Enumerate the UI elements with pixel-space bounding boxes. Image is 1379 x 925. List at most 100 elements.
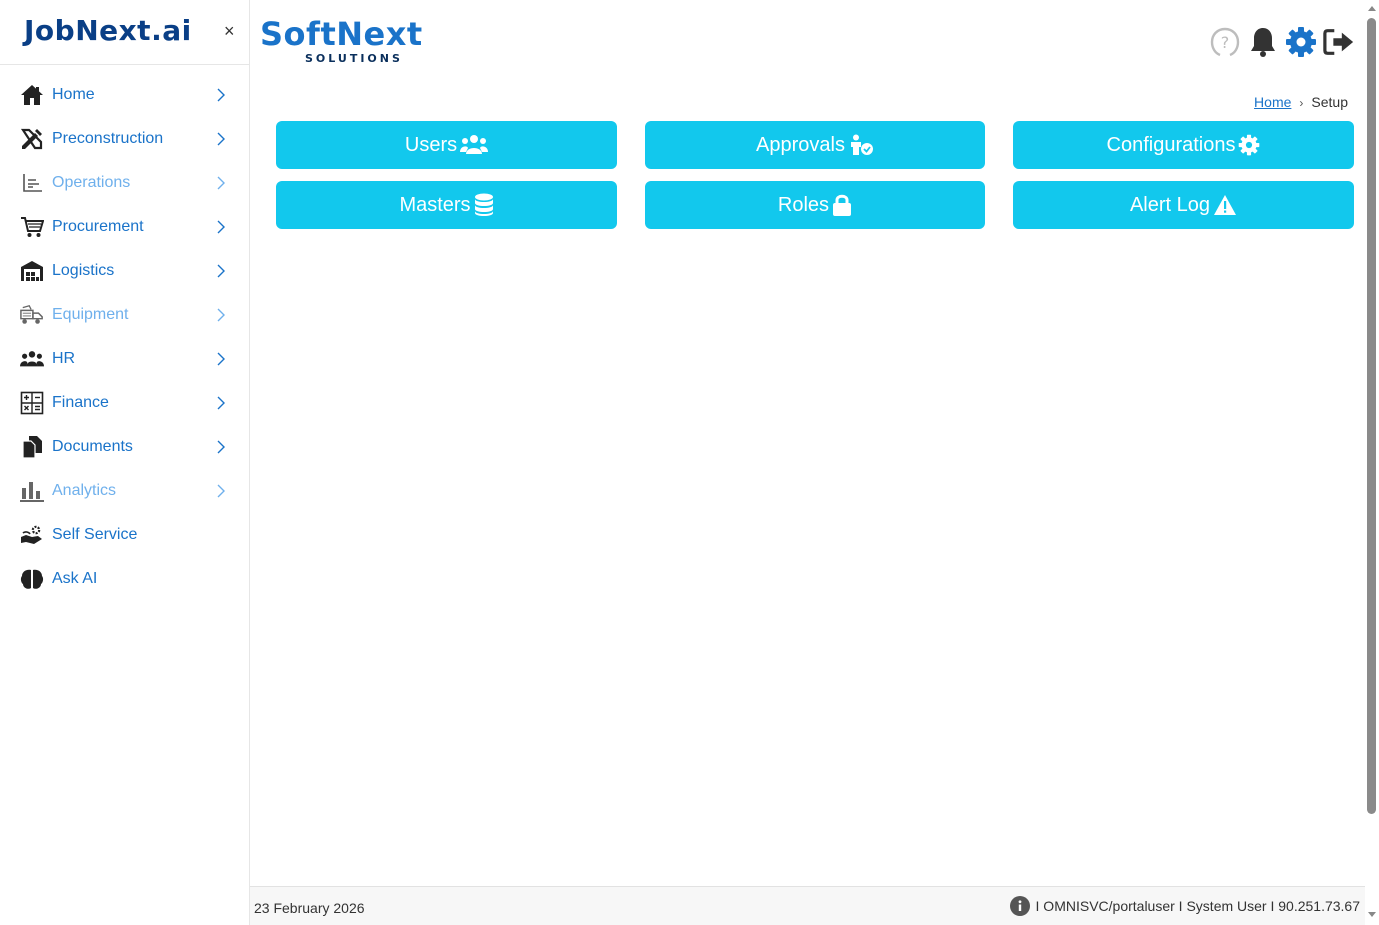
chevron-right-icon [217, 484, 225, 498]
sidebar-item-label: Logistics [52, 262, 115, 279]
info-icon[interactable] [1009, 896, 1030, 916]
users-icon [460, 135, 489, 154]
gear-icon [1286, 27, 1316, 57]
brand-main: JobNext [24, 14, 152, 47]
sidebar-item-label: Preconstruction [52, 130, 164, 147]
session-text: I OMNISVC/portaluser I System User I 90.… [1035, 898, 1360, 914]
sidebar-item-hr[interactable]: HR [0, 337, 249, 381]
sidebar-item-procurement[interactable]: Procurement [0, 205, 249, 249]
breadcrumb-current: Setup [1311, 94, 1348, 110]
scrollbar-thumb[interactable] [1367, 18, 1376, 814]
sidebar-item-equipment[interactable]: Equipment [0, 293, 249, 337]
main-content: SoftNext SOLUTIONS ? Home › Setup Users [250, 0, 1365, 925]
chevron-right-icon [217, 132, 225, 146]
svg-text:?: ? [1221, 33, 1230, 52]
warning-icon [1214, 195, 1237, 215]
roles-button[interactable]: Roles [645, 181, 985, 229]
sidebar-item-label: Ask AI [52, 570, 98, 587]
users-button[interactable]: Users [276, 121, 617, 169]
sidebar-item-documents[interactable]: Documents [0, 425, 249, 469]
breadcrumb-home-link[interactable]: Home [1254, 94, 1291, 110]
hand-gear-icon [20, 523, 44, 547]
tile-label: Masters [399, 193, 471, 216]
sidebar-item-logistics[interactable]: Logistics [0, 249, 249, 293]
sidebar-item-label: HR [52, 350, 76, 367]
people-icon [20, 347, 44, 371]
configurations-button[interactable]: Configurations [1013, 121, 1354, 169]
sidebar-item-label: Analytics [52, 482, 117, 499]
sidebar-item-label: Self Service [52, 526, 138, 543]
sidebar: JobNext.ai × Home Preconstruction Operat… [0, 0, 250, 925]
warehouse-icon [20, 259, 44, 283]
setup-tiles: Users Approvals Configurations Masters R… [276, 121, 1354, 229]
page-scrollbar[interactable] [1365, 0, 1379, 925]
sidebar-item-preconstruction[interactable]: Preconstruction [0, 117, 249, 161]
chevron-right-icon [217, 352, 225, 366]
masters-button[interactable]: Masters [276, 181, 617, 229]
ruler-pencil-icon [20, 127, 44, 151]
scroll-down-arrow-icon[interactable] [1368, 912, 1376, 917]
chevron-right-icon [217, 264, 225, 278]
approval-person-icon [850, 134, 873, 155]
database-icon [474, 193, 493, 216]
close-sidebar-button[interactable]: × [224, 20, 235, 42]
cart-icon [20, 215, 44, 239]
sidebar-item-operations[interactable]: Operations [0, 161, 249, 205]
truck-icon [20, 303, 44, 327]
sidebar-item-home[interactable]: Home [0, 73, 249, 117]
sidebar-item-label: Finance [52, 394, 109, 411]
chart-axis-icon [20, 171, 44, 195]
notifications-button[interactable] [1247, 24, 1279, 60]
bar-chart-icon [20, 479, 44, 503]
softnext-logo[interactable]: SoftNext SOLUTIONS [260, 16, 423, 65]
chevron-right-icon [217, 440, 225, 454]
tile-label: Alert Log [1129, 193, 1211, 216]
documents-icon [20, 435, 44, 459]
sidebar-item-ask-ai[interactable]: Ask AI [0, 557, 249, 601]
footer-session-info: I OMNISVC/portaluser I System User I 90.… [1009, 896, 1360, 916]
sidebar-nav: Home Preconstruction Operations Procurem… [0, 65, 249, 601]
logout-button[interactable] [1323, 24, 1355, 60]
sidebar-item-label: Equipment [52, 306, 129, 323]
tile-label: Approvals [756, 133, 845, 156]
home-icon [20, 83, 44, 107]
sidebar-header: JobNext.ai × [0, 0, 249, 65]
chevron-right-icon [217, 308, 225, 322]
scroll-up-arrow-icon[interactable] [1368, 6, 1376, 11]
brain-icon [20, 567, 44, 591]
sidebar-item-label: Home [52, 86, 95, 103]
bell-icon [1251, 28, 1275, 57]
header-actions: ? [1209, 24, 1355, 60]
footer: 23 February 2026 I OMNISVC/portaluser I … [250, 886, 1365, 925]
tile-label: Users [404, 133, 458, 156]
calculator-icon [20, 391, 44, 415]
sidebar-item-analytics[interactable]: Analytics [0, 469, 249, 513]
app-root: JobNext.ai × Home Preconstruction Operat… [0, 0, 1379, 925]
settings-button[interactable] [1285, 24, 1317, 60]
jobnext-logo[interactable]: JobNext.ai [24, 14, 192, 47]
approvals-button[interactable]: Approvals [645, 121, 985, 169]
sidebar-item-label: Procurement [52, 218, 144, 235]
alert-log-button[interactable]: Alert Log [1013, 181, 1354, 229]
footer-date: 23 February 2026 [254, 900, 365, 916]
brand-suffix: .ai [151, 14, 192, 47]
chevron-right-icon [217, 176, 225, 190]
gear-icon [1239, 134, 1260, 156]
sidebar-item-self-service[interactable]: Self Service [0, 513, 249, 557]
chevron-right-icon [217, 88, 225, 102]
lock-icon [833, 194, 852, 216]
help-button[interactable]: ? [1209, 24, 1241, 60]
logo-sub-text: SOLUTIONS [305, 52, 403, 65]
sidebar-item-finance[interactable]: Finance [0, 381, 249, 425]
chevron-right-icon [217, 220, 225, 234]
sidebar-item-label: Documents [52, 438, 133, 455]
breadcrumb: Home › Setup [1254, 94, 1348, 110]
tile-label: Roles [777, 193, 830, 216]
logo-main-text: SoftNext [260, 15, 423, 53]
sign-out-icon [1323, 29, 1354, 55]
breadcrumb-separator: › [1299, 96, 1304, 110]
chevron-right-icon [217, 396, 225, 410]
help-head-icon: ? [1210, 27, 1240, 57]
sidebar-item-label: Operations [52, 174, 131, 191]
tile-label: Configurations [1106, 133, 1236, 156]
